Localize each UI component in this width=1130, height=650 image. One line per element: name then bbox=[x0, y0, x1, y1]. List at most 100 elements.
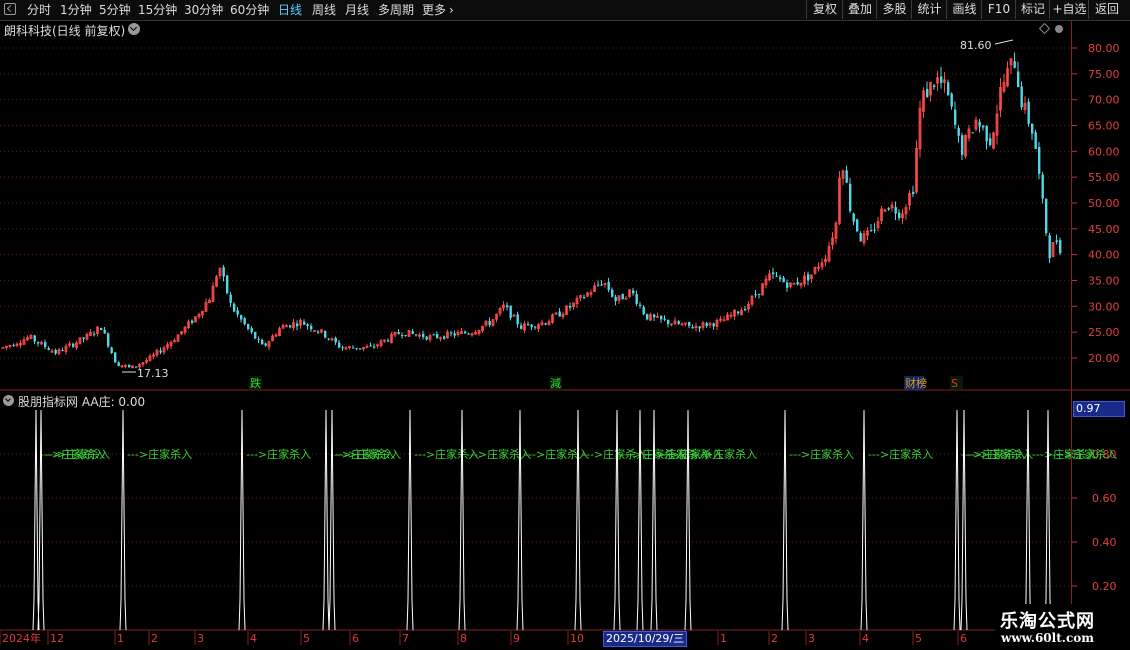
candle-body bbox=[607, 281, 610, 291]
candle-body bbox=[933, 85, 936, 87]
candle-body bbox=[401, 335, 404, 337]
candle-body bbox=[569, 305, 572, 308]
candle-body bbox=[341, 347, 344, 349]
candle-body bbox=[1045, 198, 1048, 234]
candle-body bbox=[1041, 174, 1044, 199]
candle-body bbox=[646, 313, 649, 320]
candle-body bbox=[103, 329, 106, 334]
candle-body bbox=[632, 290, 635, 294]
candle-body bbox=[506, 305, 509, 308]
candle-body bbox=[849, 183, 852, 212]
candle-body bbox=[324, 330, 327, 338]
signal-label: --->庄家杀入 bbox=[466, 447, 531, 461]
price-axis-label: 60.00 bbox=[1088, 145, 1120, 158]
candle-body bbox=[317, 331, 320, 333]
high-price-label: 81.60 bbox=[960, 39, 992, 52]
candle-body bbox=[128, 364, 131, 368]
candle-body bbox=[425, 336, 428, 340]
candle-body bbox=[1034, 132, 1037, 149]
candle-body bbox=[261, 339, 264, 345]
price-axis-label: 25.00 bbox=[1088, 326, 1120, 339]
candle-body bbox=[754, 294, 757, 296]
indicator-spike bbox=[1024, 409, 1032, 631]
candle-body bbox=[334, 337, 337, 343]
candle-body bbox=[355, 348, 358, 350]
event-marker: 财榜 bbox=[905, 376, 927, 390]
candle-body bbox=[691, 326, 694, 329]
candle-body bbox=[1020, 86, 1023, 108]
candle-body bbox=[982, 125, 985, 128]
candle-body bbox=[712, 323, 715, 327]
candle-body bbox=[1055, 240, 1058, 243]
candle-body bbox=[254, 331, 257, 339]
signal-label: --->庄家杀入 bbox=[45, 447, 110, 461]
candle-body bbox=[306, 324, 309, 327]
candle-body bbox=[387, 340, 390, 342]
price-axis-label: 65.00 bbox=[1088, 120, 1120, 133]
candle-body bbox=[1038, 146, 1041, 174]
candle-body bbox=[373, 346, 376, 348]
candle-body bbox=[660, 315, 663, 320]
candle-body bbox=[744, 309, 747, 311]
price-axis-label: 45.00 bbox=[1088, 223, 1120, 236]
candle-body bbox=[614, 296, 617, 302]
signal-label: --->庄家杀入 bbox=[789, 447, 854, 461]
diamond-icon bbox=[1038, 22, 1051, 35]
candle-body bbox=[233, 303, 236, 312]
candle-body bbox=[698, 326, 701, 329]
price-axis-label: 50.00 bbox=[1088, 197, 1120, 210]
signal-label: --->庄家杀入 bbox=[868, 447, 933, 461]
candle-body bbox=[737, 311, 740, 314]
candle-body bbox=[100, 327, 103, 331]
candle-body bbox=[450, 332, 453, 334]
candle-body bbox=[303, 321, 306, 325]
signal-label: --->庄家杀入 bbox=[246, 447, 311, 461]
candle-body bbox=[926, 88, 929, 98]
price-axis-label: 30.00 bbox=[1088, 300, 1120, 313]
candle-body bbox=[107, 333, 110, 347]
kline-chart[interactable]: 80.00 75.00 70.00 65.00 60.00 55.00 50.00 45.00… bbox=[0, 0, 1130, 650]
candle-body bbox=[236, 310, 239, 315]
indicator-spike bbox=[406, 409, 414, 631]
axis-divider bbox=[1071, 20, 1072, 650]
candle-body bbox=[583, 297, 586, 299]
candle-body bbox=[558, 311, 561, 317]
indicator-spike bbox=[636, 409, 644, 631]
candle-body bbox=[775, 275, 778, 277]
candle-body bbox=[653, 314, 656, 318]
chevron-down-icon[interactable] bbox=[3, 395, 14, 406]
indicator-axis-label: 0.60 bbox=[1092, 492, 1117, 505]
candle-body bbox=[534, 326, 537, 328]
candle-body bbox=[600, 284, 603, 286]
candle-body bbox=[527, 324, 530, 326]
candle-body bbox=[33, 335, 36, 342]
price-axis-label: 55.00 bbox=[1088, 171, 1120, 184]
indicator-spike bbox=[32, 409, 40, 631]
candle-body bbox=[93, 333, 96, 335]
candle-body bbox=[432, 334, 435, 336]
candle-body bbox=[940, 76, 943, 83]
indicator-spike bbox=[650, 409, 658, 631]
indicator-spike bbox=[516, 409, 524, 631]
indicator-spike bbox=[322, 409, 330, 631]
high-pointer bbox=[994, 39, 1014, 45]
candle-body bbox=[327, 338, 330, 340]
candle-body bbox=[530, 324, 533, 328]
event-marker: S bbox=[951, 377, 958, 390]
indicator-spike bbox=[119, 409, 127, 631]
candle-body bbox=[114, 352, 117, 363]
candle-body bbox=[772, 272, 775, 275]
candle-body bbox=[289, 325, 292, 328]
candle-body bbox=[359, 348, 362, 350]
candle-body bbox=[786, 282, 789, 288]
price-axis-label: 35.00 bbox=[1088, 275, 1120, 288]
candle-body bbox=[82, 337, 85, 339]
candle-body bbox=[47, 347, 50, 351]
candle-body bbox=[779, 277, 782, 280]
candle-body bbox=[264, 343, 267, 346]
candle-body bbox=[950, 93, 953, 107]
indicator-spike bbox=[1044, 409, 1052, 631]
indicator-spike bbox=[37, 409, 45, 631]
candle-body bbox=[989, 138, 992, 146]
candle-body bbox=[1048, 235, 1051, 259]
